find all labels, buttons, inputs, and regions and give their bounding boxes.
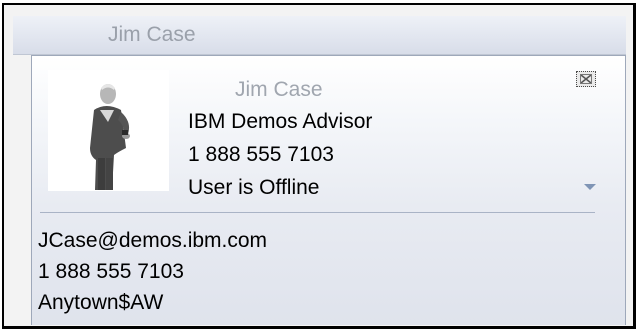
close-button[interactable]	[576, 71, 596, 87]
window-title: Jim Case	[108, 23, 196, 46]
contact-phone: 1 888 555 7103	[188, 143, 334, 166]
contact-name: Jim Case	[235, 78, 323, 101]
close-icon	[580, 74, 592, 84]
person-photo-icon	[48, 70, 169, 191]
chevron-down-icon[interactable]	[584, 184, 596, 190]
contact-photo	[48, 70, 169, 191]
contact-phone-detail: 1 888 555 7103	[38, 260, 184, 283]
divider	[40, 212, 595, 213]
contact-location: Anytown$AW	[38, 291, 164, 314]
contact-status[interactable]: User is Offline	[188, 176, 320, 200]
title-bar: Jim Case	[13, 16, 626, 55]
contact-job-title: IBM Demos Advisor	[188, 110, 373, 133]
contact-email[interactable]: JCase@demos.ibm.com	[38, 229, 267, 253]
